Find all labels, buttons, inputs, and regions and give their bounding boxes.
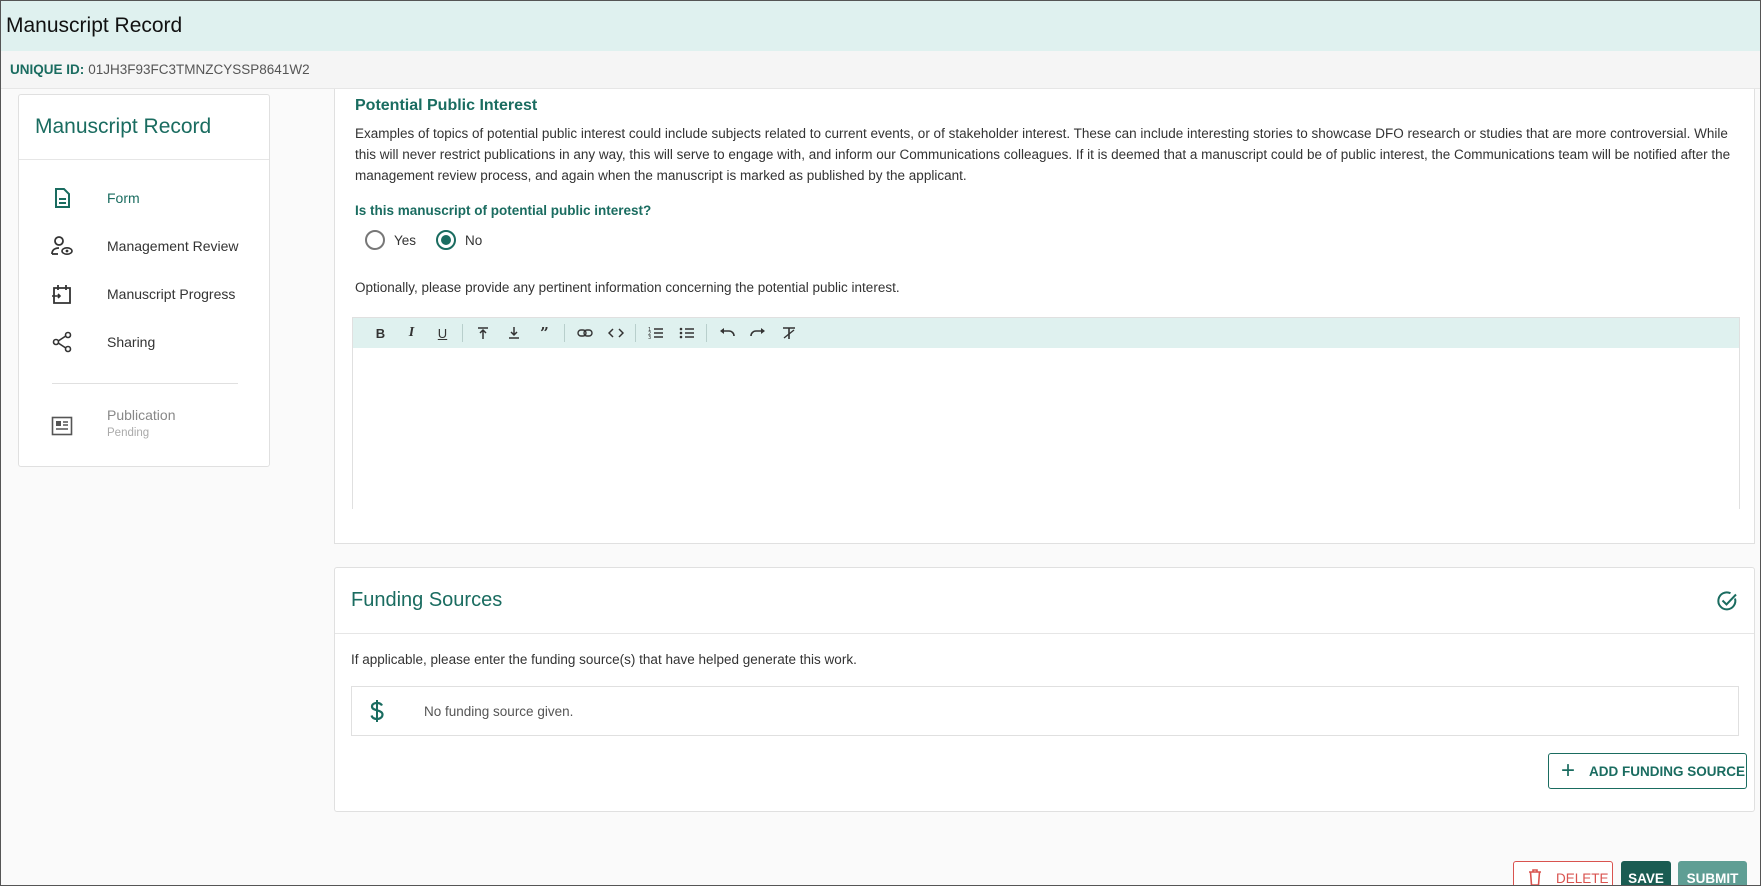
radio-no-label[interactable]: No xyxy=(465,233,482,248)
window-title: Manuscript Record xyxy=(6,14,183,37)
blockquote-button[interactable]: ” xyxy=(529,320,560,346)
check-circle-icon xyxy=(1716,590,1738,618)
sidebar-item-management-review[interactable]: Management Review xyxy=(19,226,269,266)
sidebar-item-label: Publication xyxy=(107,407,176,423)
superscript-button[interactable] xyxy=(467,320,498,346)
sidebar-item-sharing[interactable]: Sharing xyxy=(19,322,269,362)
plus-icon: + xyxy=(1561,757,1576,784)
optional-info-label: Optionally, please provide any pertinent… xyxy=(355,280,900,295)
share-icon xyxy=(51,331,73,353)
undo-button[interactable] xyxy=(711,320,742,346)
sidebar-nav: Manuscript Record Form Management Review… xyxy=(18,94,270,467)
title-bar: Manuscript Record xyxy=(1,1,1760,51)
newspaper-icon xyxy=(51,415,73,437)
unique-id-label: UNIQUE ID: xyxy=(10,62,85,77)
trash-icon xyxy=(1528,868,1542,885)
user-review-icon xyxy=(51,235,73,257)
bold-button[interactable]: B xyxy=(365,320,396,346)
delete-button[interactable]: DELETE xyxy=(1513,861,1613,886)
calendar-progress-icon xyxy=(51,283,73,305)
bullet-list-button[interactable] xyxy=(671,320,702,346)
toolbar-separator xyxy=(462,324,463,342)
sidebar-title: Manuscript Record xyxy=(19,95,269,160)
funding-list: No funding source given. xyxy=(351,686,1739,736)
delete-label: DELETE xyxy=(1556,870,1609,886)
submit-button[interactable]: SUBMIT xyxy=(1678,861,1747,885)
unique-id-bar: UNIQUE ID: 01JH3F93FC3TMNZCYSSP8641W2 xyxy=(1,51,1760,89)
public-interest-section: Potential Public Interest Examples of to… xyxy=(334,89,1755,544)
section-title: Potential Public Interest xyxy=(355,97,538,114)
code-button[interactable] xyxy=(600,320,631,346)
radio-yes-label[interactable]: Yes xyxy=(394,233,416,248)
toolbar-separator xyxy=(635,324,636,342)
sidebar-item-label: Sharing xyxy=(107,334,156,350)
sidebar-divider xyxy=(52,383,238,384)
public-interest-radio-group: Yes No xyxy=(365,230,502,250)
unique-id-value: 01JH3F93FC3TMNZCYSSP8641W2 xyxy=(88,62,310,77)
toolbar-separator xyxy=(564,324,565,342)
editor-toolbar: B I U ” 123 xyxy=(353,318,1739,348)
italic-button[interactable]: I xyxy=(396,320,427,346)
svg-text:3: 3 xyxy=(648,335,651,340)
redo-button[interactable] xyxy=(742,320,773,346)
form-actions: DELETE SAVE SUBMIT xyxy=(1,861,1760,886)
add-funding-source-label: ADD FUNDING SOURCE xyxy=(1589,763,1746,779)
radio-no[interactable] xyxy=(436,230,457,250)
document-icon xyxy=(51,187,73,209)
rich-text-editor: B I U ” 123 xyxy=(352,317,1740,509)
ordered-list-button[interactable]: 123 xyxy=(640,320,671,346)
app-window: Manuscript Record UNIQUE ID: 01JH3F93FC3… xyxy=(0,0,1761,886)
funding-sources-section: Funding Sources If applicable, please en… xyxy=(334,567,1755,812)
sidebar-item-manuscript-progress[interactable]: Manuscript Progress xyxy=(19,274,269,314)
editor-text-area[interactable] xyxy=(353,348,1739,509)
dollar-icon xyxy=(370,699,384,728)
underline-button[interactable]: U xyxy=(427,320,458,346)
sidebar-item-label: Form xyxy=(107,190,140,206)
section-title: Funding Sources xyxy=(351,589,503,611)
toolbar-separator xyxy=(706,324,707,342)
public-interest-question: Is this manuscript of potential public i… xyxy=(355,203,652,218)
sidebar-item-label: Manuscript Progress xyxy=(107,286,236,302)
radio-yes[interactable] xyxy=(365,230,385,250)
sidebar-item-status: Pending xyxy=(107,427,150,439)
save-button[interactable]: SAVE xyxy=(1621,861,1671,885)
section-description: Examples of topics of potential public i… xyxy=(355,126,1731,183)
add-funding-source-button[interactable]: + ADD FUNDING SOURCE xyxy=(1548,753,1747,789)
sidebar-item-form[interactable]: Form xyxy=(19,178,269,218)
sidebar-item-label: Management Review xyxy=(107,238,239,254)
funding-empty-text: No funding source given. xyxy=(424,703,574,719)
funding-sources-header: Funding Sources xyxy=(335,568,1754,634)
link-button[interactable] xyxy=(569,320,600,346)
clear-format-button[interactable] xyxy=(773,320,804,346)
funding-description: If applicable, please enter the funding … xyxy=(351,652,857,667)
subscript-button[interactable] xyxy=(498,320,529,346)
sidebar-item-publication: Publication Pending xyxy=(19,401,269,451)
